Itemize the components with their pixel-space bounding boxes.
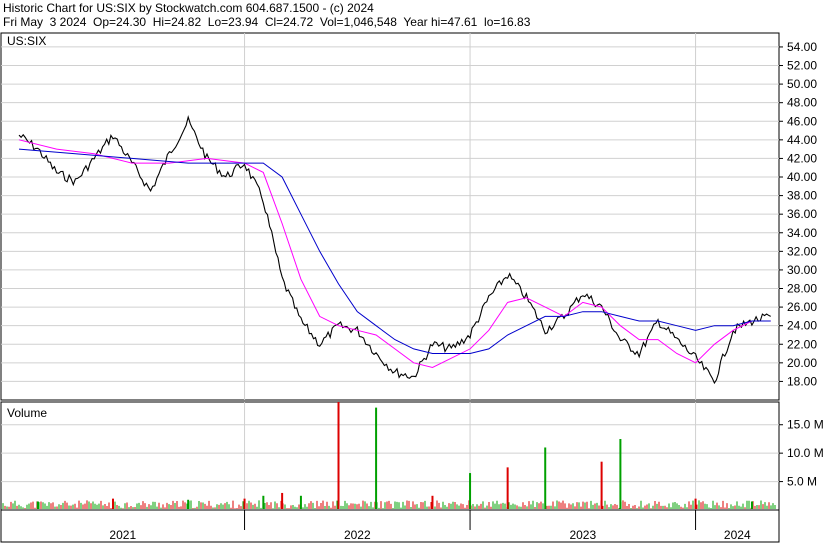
price-tick-label: 40.00 [787, 170, 817, 184]
price-panel: 18.00 20.00 22.00 24.00 26.00 28.00 30.00 32.00… [0, 32, 817, 401]
price-tick-label: 18.00 [787, 374, 817, 388]
volume-panel: 5.0 M 10.0 M 15.0 M Volume [0, 401, 824, 511]
volume-tick-label: 10.0 M [787, 446, 824, 460]
price-tick-label: 44.00 [787, 133, 817, 147]
volume-plot-frame [0, 401, 780, 511]
price-panel-title: US:SIX [7, 34, 46, 48]
price-tick-label: 54.00 [787, 40, 817, 54]
price-tick-label: 48.00 [787, 96, 817, 110]
time-axis: 2021 2022 2023 2024 [0, 509, 780, 543]
price-tick-label: 46.00 [787, 114, 817, 128]
volume-tick-label: 15.0 M [787, 418, 824, 432]
price-tick-label: 52.00 [787, 59, 817, 73]
price-tick-label: 34.00 [787, 226, 817, 240]
price-tick-label: 24.00 [787, 319, 817, 333]
stock-chart: 18.00 20.00 22.00 24.00 26.00 28.00 30.00 32.00… [0, 32, 824, 543]
time-axis-year-label: 2024 [724, 528, 751, 542]
price-tick-label: 26.00 [787, 300, 817, 314]
volume-panel-title: Volume [7, 406, 47, 420]
price-tick-label: 32.00 [787, 244, 817, 258]
price-tick-label: 42.00 [787, 151, 817, 165]
time-axis-year-label: 2022 [344, 528, 371, 542]
time-axis-year-label: 2021 [109, 528, 136, 542]
price-tick-label: 28.00 [787, 282, 817, 296]
time-axis-year-label: 2023 [569, 528, 596, 542]
price-tick-label: 50.00 [787, 77, 817, 91]
price-tick-label: 22.00 [787, 337, 817, 351]
price-tick-label: 20.00 [787, 356, 817, 370]
volume-tick-label: 5.0 M [787, 475, 817, 489]
price-tick-label: 30.00 [787, 263, 817, 277]
price-tick-label: 36.00 [787, 207, 817, 221]
price-tick-label: 38.00 [787, 189, 817, 203]
